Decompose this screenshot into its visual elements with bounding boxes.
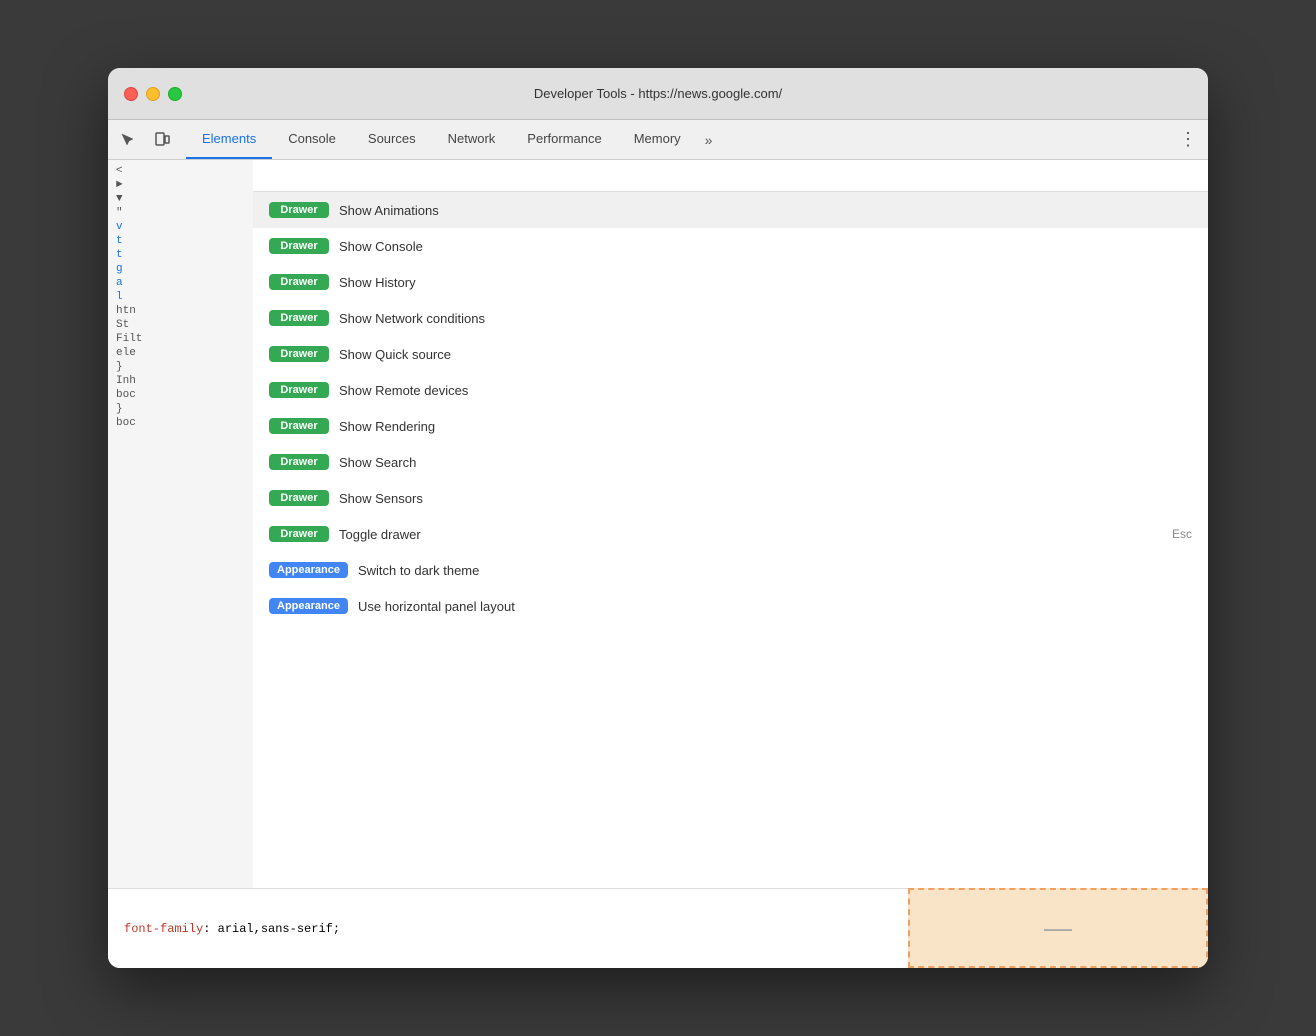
code-line-1: < bbox=[108, 164, 253, 178]
code-line-4: " bbox=[108, 206, 253, 220]
minimize-button[interactable] bbox=[146, 87, 160, 101]
list-item[interactable]: Drawer Show Network conditions bbox=[253, 300, 1208, 336]
code-line-19: boc bbox=[108, 416, 253, 430]
item-label: Show Quick source bbox=[339, 347, 1192, 362]
main-content: < ► ▼ " v t t g a l htn St Filt ele } In… bbox=[108, 160, 1208, 888]
left-panel: < ► ▼ " v t t g a l htn St Filt ele } In… bbox=[108, 160, 253, 888]
list-item[interactable]: Drawer Show Animations bbox=[253, 192, 1208, 228]
toolbar: Elements Console Sources Network Perform… bbox=[108, 120, 1208, 160]
badge-drawer: Drawer bbox=[269, 238, 329, 254]
code-line-16: Inh bbox=[108, 374, 253, 388]
badge-drawer: Drawer bbox=[269, 526, 329, 542]
item-label: Show Rendering bbox=[339, 419, 1192, 434]
badge-drawer: Drawer bbox=[269, 418, 329, 434]
code-line-14: ele bbox=[108, 346, 253, 360]
list-item[interactable]: Drawer Show Console bbox=[253, 228, 1208, 264]
tab-elements[interactable]: Elements bbox=[186, 120, 272, 159]
tab-sources[interactable]: Sources bbox=[352, 120, 432, 159]
list-item[interactable]: Drawer Show Search bbox=[253, 444, 1208, 480]
item-label: Show Network conditions bbox=[339, 311, 1192, 326]
item-label: Show Remote devices bbox=[339, 383, 1192, 398]
item-label: Show Animations bbox=[339, 203, 1192, 218]
code-line-12: St bbox=[108, 318, 253, 332]
badge-drawer: Drawer bbox=[269, 382, 329, 398]
close-button[interactable] bbox=[124, 87, 138, 101]
css-colon: : bbox=[203, 922, 217, 936]
devtools-window: Developer Tools - https://news.google.co… bbox=[108, 68, 1208, 968]
tab-performance[interactable]: Performance bbox=[511, 120, 617, 159]
search-row bbox=[253, 160, 1208, 192]
item-label: Use horizontal panel layout bbox=[358, 599, 1192, 614]
code-line-18: } bbox=[108, 402, 253, 416]
device-icon[interactable] bbox=[146, 124, 178, 156]
badge-appearance: Appearance bbox=[269, 562, 348, 578]
badge-appearance: Appearance bbox=[269, 598, 348, 614]
bottom-panel: font-family: arial,sans-serif; — bbox=[108, 888, 1208, 968]
list-item[interactable]: Drawer Show Rendering bbox=[253, 408, 1208, 444]
list-item[interactable]: Appearance Switch to dark theme bbox=[253, 552, 1208, 588]
list-item[interactable]: Drawer Show Quick source bbox=[253, 336, 1208, 372]
dropdown-list: Drawer Show Animations Drawer Show Conso… bbox=[253, 192, 1208, 888]
badge-drawer: Drawer bbox=[269, 454, 329, 470]
badge-drawer: Drawer bbox=[269, 274, 329, 290]
code-line-2: ► bbox=[108, 178, 253, 192]
code-line-15: } bbox=[108, 360, 253, 374]
list-item[interactable]: Appearance Use horizontal panel layout bbox=[253, 588, 1208, 624]
css-property: font-family bbox=[124, 922, 203, 936]
toolbar-icons bbox=[112, 124, 178, 156]
code-line-8: g bbox=[108, 262, 253, 276]
preview-box: — bbox=[908, 888, 1208, 968]
code-line-10: l bbox=[108, 290, 253, 304]
code-line-17: boc bbox=[108, 388, 253, 402]
list-item[interactable]: Drawer Toggle drawer Esc bbox=[253, 516, 1208, 552]
tab-network[interactable]: Network bbox=[432, 120, 512, 159]
devtools-body: Elements Console Sources Network Perform… bbox=[108, 120, 1208, 968]
code-line-6: t bbox=[108, 234, 253, 248]
traffic-lights bbox=[124, 87, 182, 101]
inspect-icon[interactable] bbox=[112, 124, 144, 156]
title-bar: Developer Tools - https://news.google.co… bbox=[108, 68, 1208, 120]
item-label: Show History bbox=[339, 275, 1192, 290]
tab-console[interactable]: Console bbox=[272, 120, 352, 159]
list-item[interactable]: Drawer Show Remote devices bbox=[253, 372, 1208, 408]
more-tabs-button[interactable]: » bbox=[697, 120, 721, 159]
command-search-input[interactable] bbox=[265, 168, 1196, 183]
more-options-button[interactable]: ⋮ bbox=[1172, 124, 1204, 156]
item-label: Show Sensors bbox=[339, 491, 1192, 506]
code-line-13: Filt bbox=[108, 332, 253, 346]
list-item[interactable]: Drawer Show Sensors bbox=[253, 480, 1208, 516]
badge-drawer: Drawer bbox=[269, 346, 329, 362]
toolbar-end: ⋮ bbox=[1172, 124, 1204, 156]
maximize-button[interactable] bbox=[168, 87, 182, 101]
code-line-5: v bbox=[108, 220, 253, 234]
code-line-3: ▼ bbox=[108, 192, 253, 206]
command-menu-dropdown: Drawer Show Animations Drawer Show Conso… bbox=[253, 160, 1208, 888]
list-item[interactable]: Drawer Show History bbox=[253, 264, 1208, 300]
preview-dash: — bbox=[1044, 912, 1072, 944]
css-value: arial,sans-serif; bbox=[218, 922, 340, 936]
item-label: Show Search bbox=[339, 455, 1192, 470]
shortcut-label: Esc bbox=[1172, 527, 1192, 541]
item-label: Show Console bbox=[339, 239, 1192, 254]
item-label: Toggle drawer bbox=[339, 527, 1162, 542]
window-title: Developer Tools - https://news.google.co… bbox=[534, 86, 782, 101]
tab-bar: Elements Console Sources Network Perform… bbox=[186, 120, 720, 159]
bottom-code: font-family: arial,sans-serif; bbox=[124, 922, 340, 936]
badge-drawer: Drawer bbox=[269, 202, 329, 218]
badge-drawer: Drawer bbox=[269, 490, 329, 506]
item-label: Switch to dark theme bbox=[358, 563, 1192, 578]
code-line-7: t bbox=[108, 248, 253, 262]
badge-drawer: Drawer bbox=[269, 310, 329, 326]
code-line-9: a bbox=[108, 276, 253, 290]
code-line-11: htn bbox=[108, 304, 253, 318]
tab-memory[interactable]: Memory bbox=[618, 120, 697, 159]
